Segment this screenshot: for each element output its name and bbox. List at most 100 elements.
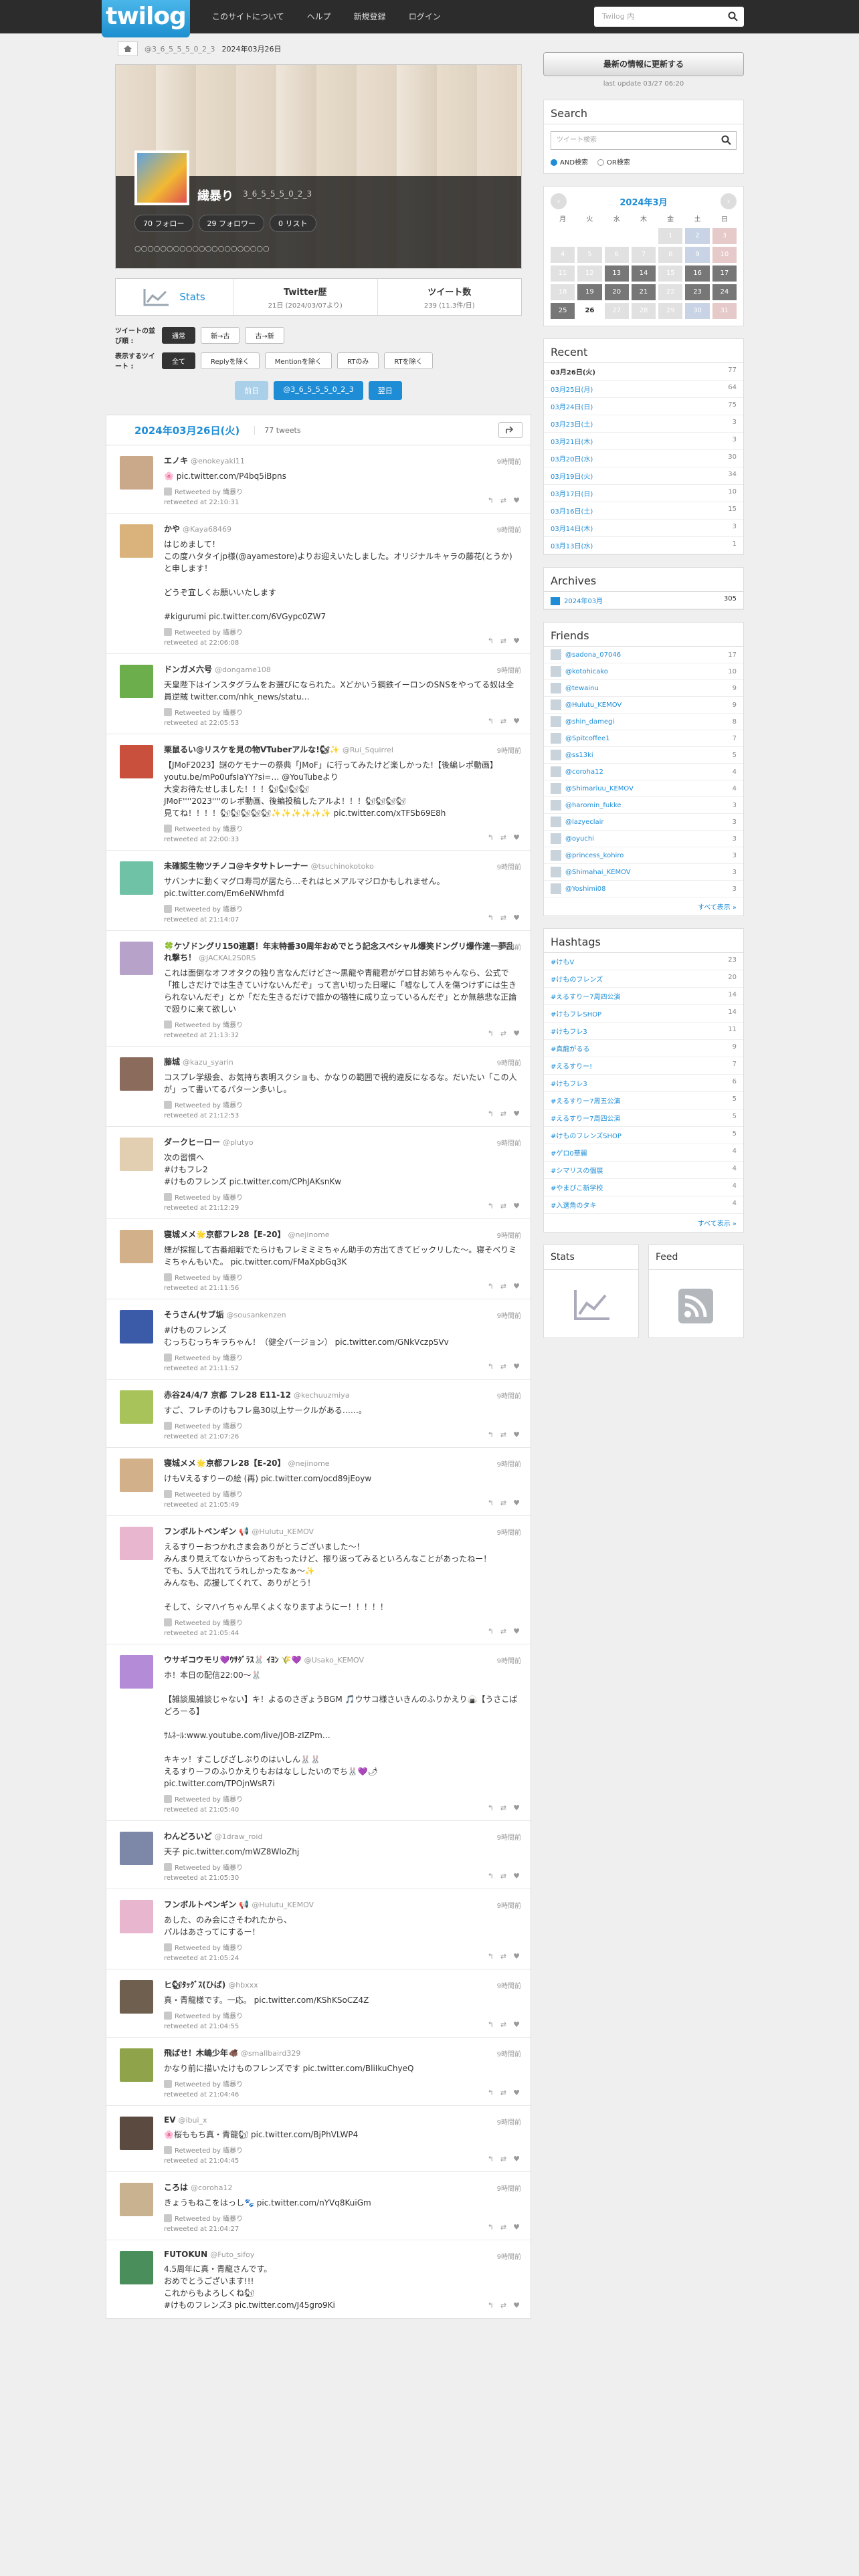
hashtag-link[interactable]: #けものフレンズ xyxy=(551,974,603,984)
hashtag-link[interactable]: #えるすりー! xyxy=(551,1061,592,1071)
retweeted-by-label[interactable]: Retweeted by 繊暴り xyxy=(175,2213,243,2223)
hashtag-link[interactable]: #けもフレ3 xyxy=(551,1026,587,1036)
tweet-author-name[interactable]: 飛ばせ！木嶋少年🐗 xyxy=(164,2048,238,2058)
order-normal-button[interactable]: 通常 xyxy=(162,326,195,344)
like-icon[interactable]: ♥ xyxy=(513,717,520,726)
tweet-time[interactable]: 9時間前 xyxy=(497,1390,521,1400)
tweet-avatar[interactable] xyxy=(120,1900,153,1933)
tweet-avatar[interactable] xyxy=(120,1655,153,1689)
tweet-avatar[interactable] xyxy=(120,942,153,975)
retweeted-by-label[interactable]: Retweeted by 繊暴り xyxy=(175,627,243,637)
friend-link[interactable]: @oyuchi xyxy=(565,835,594,843)
calendar-day[interactable]: 11 xyxy=(551,265,575,282)
tweet-author-name[interactable]: かや xyxy=(164,524,180,534)
friend-row[interactable]: @tewainu 9 xyxy=(544,680,743,697)
retweeted-by-label[interactable]: Retweeted by 繊暴り xyxy=(175,1794,243,1804)
tweet-time[interactable]: 9時間前 xyxy=(497,1459,521,1469)
tweet-author-handle[interactable]: @hbxxx xyxy=(228,1981,258,1990)
recent-day-row[interactable]: 03月24日(日) 75 xyxy=(544,398,743,415)
recent-day-link[interactable]: 03月13日(水) xyxy=(551,540,593,550)
calendar-day[interactable]: 13 xyxy=(604,265,629,282)
friend-avatar[interactable] xyxy=(551,883,561,894)
hashtag-row[interactable]: #けもフレ3 6 xyxy=(544,1075,743,1092)
tweet-author-name[interactable]: そうさん(サブ垢 xyxy=(164,1310,224,1319)
tweet-author-handle[interactable]: @Hulutu_KEMOV xyxy=(252,1901,314,1909)
calendar-day[interactable]: 25 xyxy=(551,303,575,319)
feed-panel[interactable]: Feed xyxy=(648,1245,744,1338)
archive-link[interactable]: 2024年03月 xyxy=(564,598,603,605)
tweet-author-handle[interactable]: @nejinome xyxy=(288,1459,330,1468)
recent-day-link[interactable]: 03月24日(日) xyxy=(551,401,593,411)
tweet-time[interactable]: 9時間前 xyxy=(497,524,521,534)
like-icon[interactable]: ♥ xyxy=(513,2301,520,2310)
tweet-time[interactable]: 9時間前 xyxy=(497,1655,521,1665)
tweet-author-handle[interactable]: @dongame108 xyxy=(215,665,271,674)
recent-day-row[interactable]: 03月19日(火) 34 xyxy=(544,467,743,485)
friend-link[interactable]: @Hulutu_KEMOV xyxy=(565,702,622,709)
like-icon[interactable]: ♥ xyxy=(513,1362,520,1371)
tweet-author-name[interactable]: 寝城メメ🌟京都フレ28【E-20】 xyxy=(164,1230,286,1239)
calendar-prev-button[interactable]: ‹ xyxy=(551,193,567,209)
recent-day-link[interactable]: 03月19日(火) xyxy=(551,471,593,481)
hashtag-row[interactable]: #えるすりー7周四公演 5 xyxy=(544,1109,743,1127)
tweet-author-handle[interactable]: @ibui_x xyxy=(178,2116,207,2125)
reply-icon[interactable]: ↰ xyxy=(488,2020,494,2029)
tweet-time[interactable]: 9時間前 xyxy=(497,1057,521,1067)
like-icon[interactable]: ♥ xyxy=(513,1627,520,1636)
tweet-author-handle[interactable]: @smallbaird329 xyxy=(241,2049,300,2058)
tweet-author-handle[interactable]: @Usako_KEMOV xyxy=(304,1656,364,1665)
friend-row[interactable]: @princess_kohiro 3 xyxy=(544,847,743,864)
friend-link[interactable]: @Spitcoffee1 xyxy=(565,735,610,742)
reply-icon[interactable]: ↰ xyxy=(488,1430,494,1439)
hashtag-row[interactable]: #けものフレンズ 20 xyxy=(544,970,743,988)
reply-icon[interactable]: ↰ xyxy=(488,914,494,922)
recent-day-row[interactable]: 03月14日(木) 3 xyxy=(544,520,743,537)
tweet-search-input[interactable]: ツイート検索 xyxy=(551,131,737,150)
tweet-avatar[interactable] xyxy=(120,1459,153,1492)
recent-day-row[interactable]: 03月20日(水) 30 xyxy=(544,450,743,467)
calendar-day[interactable]: 31 xyxy=(712,303,737,319)
like-icon[interactable]: ♥ xyxy=(513,2223,520,2232)
like-icon[interactable]: ♥ xyxy=(513,1499,520,1507)
retweeted-by-label[interactable]: Retweeted by 繊暴り xyxy=(175,2145,243,2155)
retweet-icon[interactable]: ⇄ xyxy=(500,637,506,645)
retweet-icon[interactable]: ⇄ xyxy=(500,833,506,842)
recent-day-link[interactable]: 03月16日(土) xyxy=(551,506,593,516)
tweet-author-handle[interactable]: @Rui_Squirrel xyxy=(343,746,393,754)
tweet-time[interactable]: 9時間前 xyxy=(497,745,521,755)
hashtag-link[interactable]: #けもV xyxy=(551,956,574,966)
recent-day-row[interactable]: 03月26日(火) 77 xyxy=(544,363,743,381)
tweet-time[interactable]: 9時間前 xyxy=(497,1527,521,1537)
tweet-author-name[interactable]: ころは xyxy=(164,2183,188,2192)
share-icon[interactable] xyxy=(498,422,522,438)
calendar-day[interactable]: 5 xyxy=(577,247,602,263)
retweet-icon[interactable]: ⇄ xyxy=(500,1109,506,1118)
retweeted-by-label[interactable]: Retweeted by 繊暴り xyxy=(175,903,243,914)
hashtag-link[interactable]: #真龍がるる xyxy=(551,1043,589,1053)
friend-avatar[interactable] xyxy=(551,649,561,660)
retweet-icon[interactable]: ⇄ xyxy=(500,1362,506,1371)
recent-day-link[interactable]: 03月26日(火) xyxy=(551,366,595,377)
retweeted-by-label[interactable]: Retweeted by 繊暴り xyxy=(175,1489,243,1499)
like-icon[interactable]: ♥ xyxy=(513,496,520,505)
recent-day-link[interactable]: 03月21日(木) xyxy=(551,436,593,446)
recent-day-link[interactable]: 03月14日(木) xyxy=(551,523,593,533)
calendar-day[interactable]: 28 xyxy=(631,303,656,319)
retweeted-by-label[interactable]: Retweeted by 繊暴り xyxy=(175,1019,243,1029)
friend-avatar[interactable] xyxy=(551,766,561,777)
calendar-day[interactable]: 16 xyxy=(685,265,710,282)
reply-icon[interactable]: ↰ xyxy=(488,2155,494,2163)
tweet-avatar[interactable] xyxy=(120,1138,153,1171)
retweet-icon[interactable]: ⇄ xyxy=(500,2155,506,2163)
order-newest-button[interactable]: 新→古 xyxy=(201,326,240,344)
stats-link[interactable]: Stats xyxy=(116,279,233,315)
hashtag-row[interactable]: #真龍がるる 9 xyxy=(544,1040,743,1057)
reply-icon[interactable]: ↰ xyxy=(488,1202,494,1210)
calendar-day[interactable]: 18 xyxy=(551,284,575,300)
like-icon[interactable]: ♥ xyxy=(513,1029,520,1038)
tweet-author-name[interactable]: 未確認生物ツチノコ@キタサトレーナー xyxy=(164,861,308,871)
tweet-author-name[interactable]: EV xyxy=(164,2115,175,2125)
tweet-author-name[interactable]: ダークヒーロー xyxy=(164,1138,220,1147)
friend-link[interactable]: @tewainu xyxy=(565,685,599,692)
friend-avatar[interactable] xyxy=(551,716,561,727)
